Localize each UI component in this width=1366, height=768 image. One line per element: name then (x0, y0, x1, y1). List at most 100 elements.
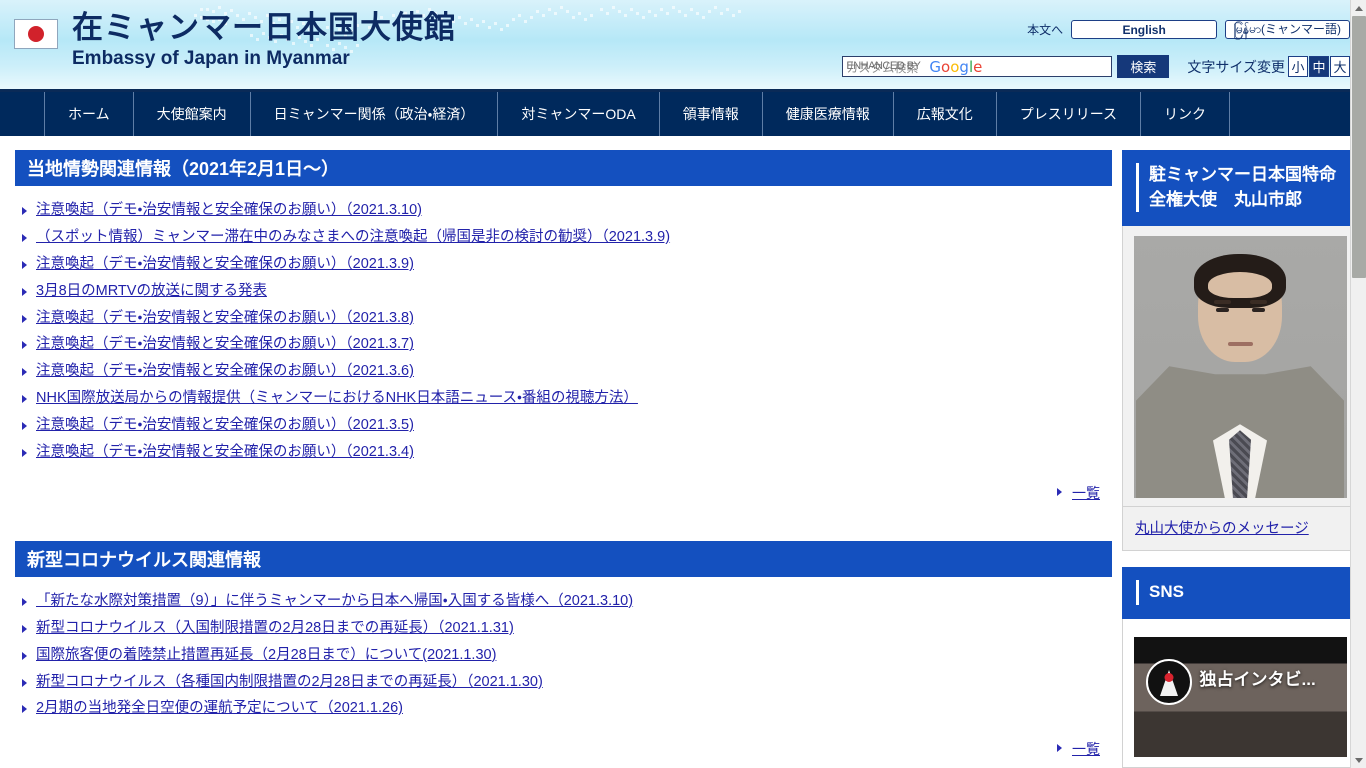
section-covid19: 新型コロナウイルス関連情報 「新たな水際対策措置（9）」に伴うミャンマーから日本… (10, 540, 1112, 767)
search-submit-button[interactable]: 検索 (1117, 55, 1170, 78)
news-link[interactable]: 国際旅客便の着陸禁止措置再延長（2月28日まで）について(2021.1.30) (36, 647, 496, 663)
ambassador-header: 駐ミャンマー日本国特命全権大使 丸山市郎 (1122, 150, 1358, 227)
skip-to-content-link[interactable]: 本文へ (1027, 21, 1063, 38)
news-link[interactable]: 注意喚起（デモ・治安情報と安全確保のお願い）（2021.3.8) (36, 310, 414, 326)
site-header: 在ミャンマー日本国大使館 Embassy of Japan in Myanmar… (0, 0, 1358, 92)
nav-item-press-release[interactable]: プレスリリース (995, 92, 1140, 136)
news-link[interactable]: 注意喚起（デモ・治安情報と安全確保のお願い）（2021.3.4) (36, 444, 414, 460)
main-navigation: ホーム 大使館案内 日ミャンマー関係（政治・経済） 対ミャンマーODA 領事情報… (0, 92, 1358, 136)
list-item: 注意喚起（デモ・治安情報と安全確保のお願い）（2021.3.8) (22, 310, 1112, 327)
ambassador-box: 駐ミャンマー日本国特命全権大使 丸山市郎 丸山大使からのメッセージ (1122, 150, 1358, 552)
list-item: 3月8日のMRTVの放送に関する発表 (22, 283, 1112, 300)
section-more-row: 一覧 (10, 471, 1112, 511)
portrait-eyebrow-right (1249, 300, 1267, 305)
list-item: 新型コロナウイルス（各種国内制限措置の2月28日までの再延長）（2021.1.3… (22, 674, 1112, 691)
section-local-situation: 当地情勢関連情報（2021年2月1日〜） 注意喚起（デモ・治安情報と安全確保のお… (10, 150, 1112, 525)
news-link[interactable]: 3月8日のMRTVの放送に関する発表 (36, 283, 267, 299)
portrait-eyebrow-left (1213, 300, 1231, 305)
google-logo-icon: Google (929, 58, 983, 76)
nav-item-culture[interactable]: 広報文化 (892, 92, 996, 136)
site-title-en: Embassy of Japan in Myanmar (72, 48, 350, 69)
nav-item-embassy-guide[interactable]: 大使館案内 (132, 92, 250, 136)
search-enhanced-by-text: ENHANCED BY (846, 60, 921, 72)
font-size-large-button[interactable]: 大 (1330, 56, 1350, 77)
news-link[interactable]: 注意喚起（デモ・治安情報と安全確保のお願い）（2021.3.5) (36, 417, 414, 433)
section-title: 当地情勢関連情報（2021年2月1日〜） (27, 159, 340, 179)
language-button-myanmar[interactable]: မြန်မာ(ミャンマー語) ြန (1225, 20, 1350, 39)
portrait-hair (1194, 254, 1286, 309)
site-title-jp: 在ミャンマー日本国大使館 (72, 10, 456, 45)
video-title: 独占インタビ... (1199, 669, 1316, 689)
scroll-down-arrow-icon[interactable] (1351, 752, 1366, 768)
news-link[interactable]: 2月期の当地発全日空便の運航予定について（2021.1.26) (36, 700, 403, 716)
ambassador-title: 駐ミャンマー日本国特命全権大使 丸山市郎 (1149, 165, 1336, 209)
triangle-bullet-icon (1057, 487, 1062, 496)
list-item: 注意喚起（デモ・治安情報と安全確保のお願い）（2021.3.5) (22, 417, 1112, 434)
main-content: 当地情勢関連情報（2021年2月1日〜） 注意喚起（デモ・治安情報と安全確保のお… (0, 136, 1122, 768)
video-thumbnail[interactable]: 独占インタビ... (1133, 636, 1347, 757)
sns-title: SNS (1149, 582, 1184, 602)
list-item: 注意喚起（デモ・治安情報と安全確保のお願い）（2021.3.9) (22, 256, 1112, 273)
news-link[interactable]: NHK国際放送局からの情報提供（ミャンマーにおけるNHK日本語ニュース・番組の視… (36, 390, 638, 406)
list-item: 「新たな水際対策措置（9）」に伴うミャンマーから日本へ帰国・入国する皆様へ（20… (22, 593, 1112, 610)
language-myanmar-label: မြန်မာ(ミャンマー語) (1234, 22, 1341, 36)
portrait-tie (1229, 430, 1251, 499)
sns-box: SNS 独占インタビ... (1122, 567, 1358, 768)
site-brand[interactable]: 在ミャンマー日本国大使館 Embassy of Japan in Myanmar (14, 12, 456, 68)
header-search-bar: カスタム検索 ENHANCED BY Google 検索 文字サイズ変更 小 中… (842, 55, 1350, 78)
list-item: 2月期の当地発全日空便の運航予定について（2021.1.26) (22, 700, 1112, 717)
news-link[interactable]: 「新たな水際対策措置（9）」に伴うミャンマーから日本へ帰国・入国する皆様へ（20… (36, 593, 633, 609)
list-item: NHK国際放送局からの情報提供（ミャンマーにおけるNHK日本語ニュース・番組の視… (22, 390, 1112, 407)
nav-item-home[interactable]: ホーム (44, 92, 133, 136)
language-button-english[interactable]: English (1071, 20, 1218, 39)
header-utility-bar: 本文へ English မြန်မာ(ミャンマー語) ြန (1027, 20, 1350, 39)
language-myanmar-overlap-glyph: ြန (1233, 23, 1249, 37)
section-more-row: 一覧 (10, 727, 1112, 767)
broadcaster-logo-icon (1145, 658, 1192, 705)
news-link-list: 「新たな水際対策措置（9）」に伴うミャンマーから日本へ帰国・入国する皆様へ（20… (10, 577, 1112, 718)
nav-item-links[interactable]: リンク (1140, 92, 1231, 136)
list-item: 注意喚起（デモ・治安情報と安全確保のお願い）（2021.3.10) (22, 202, 1112, 219)
search-input[interactable]: カスタム検索 ENHANCED BY Google (842, 56, 1113, 77)
news-link[interactable]: 注意喚起（デモ・治安情報と安全確保のお願い）（2021.3.9) (36, 256, 414, 272)
font-size-small-button[interactable]: 小 (1288, 56, 1308, 77)
font-size-medium-button[interactable]: 中 (1309, 56, 1329, 77)
scrollbar-thumb[interactable] (1352, 16, 1366, 278)
accent-bar (1136, 163, 1139, 213)
triangle-bullet-icon (1057, 744, 1062, 753)
section-title: 新型コロナウイルス関連情報 (27, 549, 261, 570)
news-link[interactable]: 新型コロナウイルス（入国制限措置の2月28日までの再延長）（2021.1.31) (36, 620, 514, 636)
japan-flag-icon (14, 19, 58, 49)
news-link[interactable]: 新型コロナウイルス（各種国内制限措置の2月28日までの再延長）（2021.1.3… (36, 674, 543, 690)
ambassador-portrait-image (1133, 236, 1347, 499)
nav-item-oda[interactable]: 対ミャンマーODA (497, 92, 658, 136)
list-item: 新型コロナウイルス（入国制限措置の2月28日までの再延長）（2021.1.31) (22, 620, 1112, 637)
list-item: 注意喚起（デモ・治安情報と安全確保のお願い）（2021.3.4) (22, 444, 1112, 461)
news-link-list: 注意喚起（デモ・治安情報と安全確保のお願い）（2021.3.10) （スポット情… (10, 186, 1112, 461)
nav-item-consular[interactable]: 領事情報 (658, 92, 762, 136)
view-all-link[interactable]: 一覧 (1072, 485, 1100, 501)
page-layout: 当地情勢関連情報（2021年2月1日〜） 注意喚起（デモ・治安情報と安全確保のお… (0, 136, 1358, 768)
portrait-mouth (1227, 342, 1253, 347)
nav-item-health-medical[interactable]: 健康医療情報 (761, 92, 893, 136)
ambassador-message-row: 丸山大使からのメッセージ (1122, 507, 1358, 552)
section-header: 当地情勢関連情報（2021年2月1日〜） (10, 150, 1112, 186)
news-link[interactable]: 注意喚起（デモ・治安情報と安全確保のお願い）（2021.3.6) (36, 363, 414, 379)
portrait-eye-left (1215, 308, 1229, 313)
scroll-up-arrow-icon[interactable] (1351, 0, 1366, 16)
ambassador-message-link[interactable]: 丸山大使からのメッセージ (1135, 521, 1309, 537)
view-all-link[interactable]: 一覧 (1072, 741, 1100, 757)
font-size-label: 文字サイズ変更 (1187, 58, 1285, 75)
accent-bar (1136, 580, 1139, 605)
sns-header: SNS (1122, 567, 1358, 619)
ambassador-photo-wrap (1122, 226, 1358, 508)
list-item: 注意喚起（デモ・治安情報と安全確保のお願い）（2021.3.6) (22, 363, 1112, 380)
page-scrollbar[interactable] (1350, 0, 1366, 768)
list-item: 国際旅客便の着陸禁止措置再延長（2月28日まで）について(2021.1.30) (22, 647, 1112, 664)
news-link[interactable]: 注意喚起（デモ・治安情報と安全確保のお願い）（2021.3.10) (36, 202, 422, 218)
nav-item-japan-myanmar-relations[interactable]: 日ミャンマー関係（政治・経済） (249, 92, 498, 136)
list-item: 注意喚起（デモ・治安情報と安全確保のお願い）（2021.3.7) (22, 336, 1112, 353)
news-link[interactable]: （スポット情報）ミャンマー滞在中のみなさまへの注意喚起（帰国是非の検討の勧奨）（… (36, 229, 670, 245)
news-link[interactable]: 注意喚起（デモ・治安情報と安全確保のお願い）（2021.3.7) (36, 336, 414, 352)
list-item: （スポット情報）ミャンマー滞在中のみなさまへの注意喚起（帰国是非の検討の勧奨）（… (22, 229, 1112, 246)
